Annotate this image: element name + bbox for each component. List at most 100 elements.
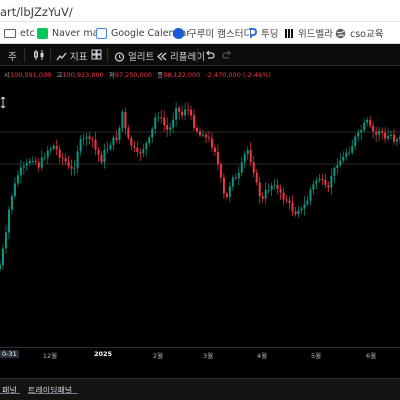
candle-body <box>94 139 97 150</box>
candle-body <box>366 119 369 123</box>
candle-body <box>31 160 34 162</box>
bookmark-label: 구루미 캠스터디 <box>188 29 253 40</box>
candle-body <box>127 128 130 138</box>
candle-body <box>321 178 324 181</box>
bookmarks-bar: etc Naver mail Google Calendar 구루미 캠스터디 … <box>0 22 400 44</box>
bookmark-withbella[interactable]: 위드벨라 <box>284 26 333 40</box>
candle-body <box>166 124 169 130</box>
redo-icon <box>222 50 231 59</box>
google-calendar-icon <box>96 27 107 39</box>
candle-body <box>384 132 387 139</box>
drag-handle-icon[interactable] <box>0 96 6 109</box>
templates-button[interactable] <box>91 49 105 60</box>
alert-clock-icon <box>114 51 125 62</box>
candle-body <box>190 109 193 116</box>
alerts-button[interactable]: 얼리트 <box>114 49 154 63</box>
candle-body <box>16 175 19 184</box>
trading-panel-tab[interactable]: 트레이딩패널 <box>28 385 72 396</box>
candle-body <box>196 127 199 132</box>
candle-body <box>82 138 85 140</box>
candle-body <box>4 232 7 249</box>
bookmark-label: 투딩 <box>261 29 279 40</box>
candle-body <box>387 135 390 139</box>
low-key: 저 <box>108 71 115 79</box>
candle-body <box>258 182 261 197</box>
candle-body <box>151 128 154 138</box>
undo-icon <box>206 50 215 59</box>
panel-tab[interactable]: 패널 <box>2 385 17 396</box>
candle-body <box>25 163 28 166</box>
candle-body <box>231 177 234 187</box>
candle-body <box>264 189 267 199</box>
chart-type-button[interactable] <box>33 49 48 61</box>
time-axis[interactable]: 0-31 12월 2025 2월 3월 4월 5월 6월 <box>0 347 400 360</box>
candle-body <box>13 183 16 196</box>
candle-body <box>199 131 201 136</box>
candle-body <box>46 150 49 158</box>
candle-body <box>187 109 190 111</box>
undo-button[interactable] <box>204 49 218 60</box>
url-text[interactable]: art/lbJZzYuV/ <box>0 5 73 19</box>
candle-body <box>303 204 306 209</box>
candle-body <box>273 184 276 186</box>
candle-body <box>345 152 348 157</box>
replay-label: 리플레이 <box>170 52 205 63</box>
candle-body <box>351 146 354 153</box>
candle-body <box>222 177 225 194</box>
candle-body <box>103 149 106 163</box>
candle-body <box>396 139 399 142</box>
candle-body <box>88 136 91 140</box>
browser-url-bar[interactable]: art/lbJZzYuV/ <box>0 0 400 22</box>
toolbar-divider <box>197 48 198 62</box>
candle-body <box>73 167 76 169</box>
candle-body <box>43 157 46 159</box>
toolbar-divider <box>24 48 25 62</box>
candle-body <box>91 139 94 141</box>
candle-body <box>324 180 327 186</box>
bookmark-label: etc <box>20 27 35 39</box>
indicators-button[interactable]: 지표 <box>56 49 87 63</box>
candle-body <box>237 172 240 179</box>
indicators-icon <box>56 52 67 60</box>
candle-body <box>148 137 151 144</box>
bookmark-label: 위드벨라 <box>298 29 333 40</box>
candle-body <box>249 149 252 163</box>
candle-body <box>393 134 396 142</box>
bookmark-cso[interactable]: cso교육 <box>335 26 383 40</box>
candle-body <box>219 164 222 178</box>
close-value: 98,122,000 <box>163 71 201 79</box>
bookmark-folder-etc[interactable]: etc <box>4 26 35 40</box>
candle-body <box>270 185 273 190</box>
candle-body <box>333 168 336 177</box>
candle-body <box>300 208 303 211</box>
open-value: 100,591,000 <box>9 71 52 79</box>
candle-body <box>288 200 291 203</box>
redo-button[interactable] <box>222 49 236 60</box>
candle-body <box>285 199 288 201</box>
candle-body <box>318 178 321 181</box>
bookmark-naver-mail[interactable]: Naver mail <box>37 26 104 40</box>
candle-body <box>252 162 255 173</box>
bookmark-tooding[interactable]: 투딩 <box>247 26 278 40</box>
candle-body <box>369 119 372 126</box>
candle-body <box>61 157 64 159</box>
candle-body <box>130 137 133 146</box>
candle-body <box>76 151 79 168</box>
candle-body <box>309 189 312 201</box>
bookmark-gurumi[interactable]: 구루미 캠스터디 <box>173 26 252 40</box>
candle-body <box>55 145 58 150</box>
low-value: 97,250,000 <box>114 71 153 79</box>
interval-selector[interactable]: 주 <box>8 49 17 63</box>
candle-body <box>282 192 285 200</box>
candle-body <box>201 134 204 136</box>
candle-body <box>181 111 184 116</box>
candle-body <box>85 136 88 139</box>
candle-body <box>178 107 181 112</box>
current-time-label: 0-31 <box>0 350 19 358</box>
price-chart[interactable] <box>0 80 400 347</box>
candle-body <box>294 211 297 215</box>
candle-body <box>136 147 139 153</box>
candle-body <box>276 184 279 190</box>
candle-body <box>363 122 366 131</box>
candle-body <box>225 193 228 197</box>
